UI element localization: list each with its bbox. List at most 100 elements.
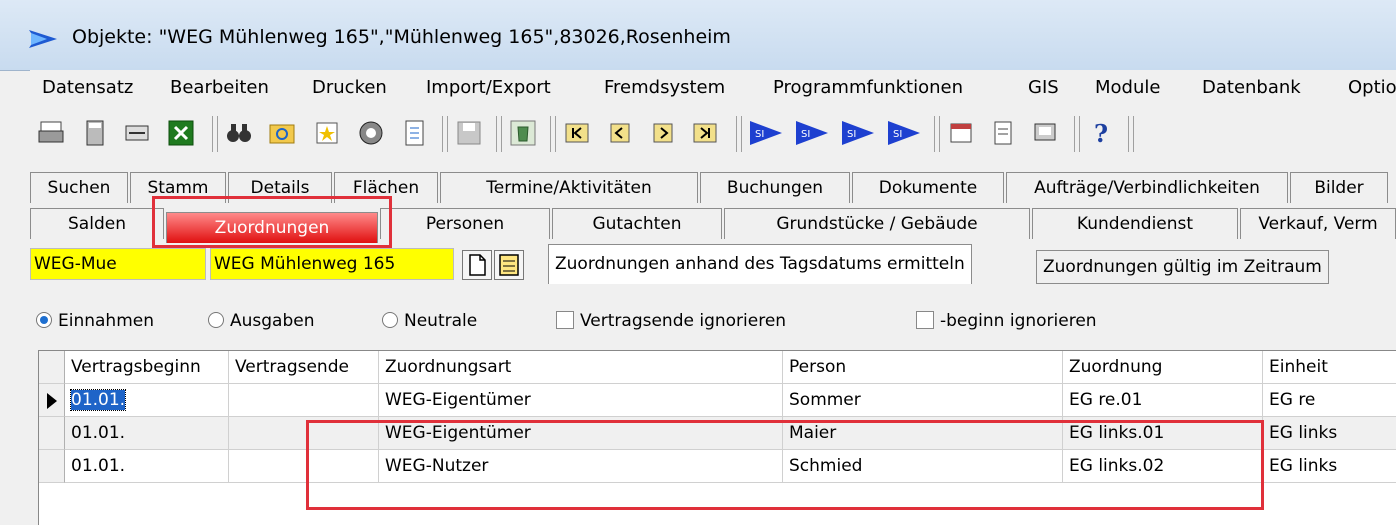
subtab-tagesdatum[interactable]: Zuordnungen anhand des Tagsdatums ermitt… <box>548 244 972 284</box>
column-header-zuordnungsart[interactable]: Zuordnungsart <box>379 351 783 384</box>
tab-auftraege[interactable]: Aufträge/Verbindlichkeiten <box>1006 172 1288 203</box>
radio-ausgaben[interactable]: Ausgaben <box>208 311 315 331</box>
toolbar: SI SI SI SI ? <box>30 108 1396 162</box>
header-row-selector <box>39 351 65 384</box>
menu-programmfunktionen[interactable]: Programmfunktionen <box>773 77 963 98</box>
toolbar-separator <box>1128 116 1134 152</box>
excel-icon[interactable] <box>166 118 196 148</box>
menu-bearbeiten[interactable]: Bearbeiten <box>170 77 269 98</box>
title-bar: Objekte: "WEG Mühlenweg 165","Mühlenweg … <box>0 0 1396 71</box>
toolbar-separator <box>1074 116 1080 152</box>
svg-text:SI: SI <box>755 129 764 140</box>
menu-optionen[interactable]: Optio <box>1348 77 1396 98</box>
tab-bilder[interactable]: Bilder <box>1290 172 1388 203</box>
menu-datenbank[interactable]: Datenbank <box>1202 77 1301 98</box>
tab-buchungen[interactable]: Buchungen <box>700 172 850 203</box>
toolbar-separator <box>496 116 502 152</box>
tab-suchen[interactable]: Suchen <box>30 172 128 203</box>
svg-text:SI: SI <box>801 129 810 140</box>
table-cell[interactable]: EG re.01 <box>1063 384 1263 417</box>
table-cell[interactable]: EG re <box>1263 384 1396 417</box>
checkbox-beginn-ignorieren[interactable]: -beginn ignorieren <box>916 311 1097 331</box>
table-cell[interactable]: 01.01. <box>65 384 229 417</box>
radio-einnahmen[interactable]: Einnahmen <box>36 311 154 331</box>
window-title: Objekte: "WEG Mühlenweg 165","Mühlenweg … <box>72 26 731 48</box>
table-cell[interactable]: Sommer <box>783 384 1063 417</box>
menu-gis[interactable]: GIS <box>1028 77 1059 98</box>
selected-cell-value: 01.01. <box>69 389 127 411</box>
row-selector[interactable] <box>39 384 65 417</box>
checkbox-label: Vertragsende ignorieren <box>580 311 787 331</box>
si-first-icon[interactable]: SI <box>748 118 784 148</box>
device-icon[interactable] <box>1030 118 1060 148</box>
menu-drucken[interactable]: Drucken <box>312 77 387 98</box>
subtab-zeitraum[interactable]: Zuordnungen gültig im Zeitraum <box>1036 250 1329 284</box>
note-icon[interactable] <box>988 118 1018 148</box>
object-name-field[interactable]: WEG Mühlenweg 165 <box>210 248 454 280</box>
tab-highlight-box <box>152 196 392 248</box>
radio-indicator <box>36 312 52 328</box>
toolbar-separator <box>550 116 556 152</box>
row-selector[interactable] <box>39 417 65 450</box>
table-cell[interactable]: 01.01. <box>65 450 229 483</box>
tab-termine[interactable]: Termine/Aktivitäten <box>440 172 698 203</box>
open-document-button[interactable] <box>494 250 524 280</box>
refresh-folder-icon[interactable] <box>267 118 297 148</box>
column-header-einheit[interactable]: Einheit <box>1263 351 1396 384</box>
column-header-vertragsende[interactable]: Vertragsende <box>229 351 379 384</box>
document-icon[interactable] <box>400 118 430 148</box>
table-cell[interactable]: 01.01. <box>65 417 229 450</box>
save-icon[interactable] <box>454 118 484 148</box>
column-header-person[interactable]: Person <box>783 351 1063 384</box>
si-last-icon[interactable]: SI <box>886 118 922 148</box>
new-document-button[interactable] <box>462 250 492 280</box>
tab-verkauf[interactable]: Verkauf, Verm <box>1240 208 1396 239</box>
globe-icon[interactable] <box>356 118 386 148</box>
previous-record-icon[interactable] <box>605 118 635 148</box>
next-record-icon[interactable] <box>648 118 678 148</box>
object-code-field[interactable]: WEG-Mue <box>30 248 206 280</box>
radio-label: Einnahmen <box>58 311 154 331</box>
tab-dokumente[interactable]: Dokumente <box>852 172 1004 203</box>
first-record-icon[interactable] <box>562 118 592 148</box>
checkbox-box <box>556 311 574 329</box>
tab-personen[interactable]: Personen <box>380 208 550 239</box>
menu-fremdsystem[interactable]: Fremdsystem <box>604 77 725 98</box>
radio-neutrale[interactable]: Neutrale <box>382 311 477 331</box>
tab-salden[interactable]: Salden <box>30 208 164 239</box>
help-icon[interactable]: ? <box>1086 118 1116 148</box>
checkbox-box <box>916 311 934 329</box>
trash-icon[interactable] <box>508 118 538 148</box>
star-icon[interactable] <box>312 118 342 148</box>
print-icon[interactable] <box>36 118 66 148</box>
svg-text:SI: SI <box>847 129 856 140</box>
last-record-icon[interactable] <box>690 118 720 148</box>
open-document-icon <box>499 254 519 276</box>
table-cell[interactable] <box>229 384 379 417</box>
svg-text:?: ? <box>1094 119 1108 148</box>
tab-gutachten[interactable]: Gutachten <box>552 208 722 239</box>
menu-datensatz[interactable]: Datensatz <box>42 77 133 98</box>
radio-label: Ausgaben <box>230 311 315 331</box>
menu-import-export[interactable]: Import/Export <box>426 77 551 98</box>
toolbar-separator <box>442 116 448 152</box>
tab-kundendienst[interactable]: Kundendienst <box>1032 208 1238 239</box>
radio-indicator <box>208 312 224 328</box>
scan-icon[interactable] <box>122 118 152 148</box>
table-cell[interactable]: WEG-Eigentümer <box>379 384 783 417</box>
menu-module[interactable]: Module <box>1095 77 1160 98</box>
calculator-icon[interactable] <box>80 118 110 148</box>
binoculars-icon[interactable] <box>224 118 254 148</box>
column-header-vertragsbeginn[interactable]: Vertragsbeginn <box>65 351 229 384</box>
current-row-icon <box>47 393 57 409</box>
table-cell[interactable]: EG links <box>1263 417 1396 450</box>
tab-grundstuecke[interactable]: Grundstücke / Gebäude <box>724 208 1030 239</box>
si-next-icon[interactable]: SI <box>840 118 876 148</box>
new-document-icon <box>469 254 486 276</box>
table-cell[interactable]: EG links <box>1263 450 1396 483</box>
row-selector[interactable] <box>39 450 65 483</box>
si-prev-icon[interactable]: SI <box>794 118 830 148</box>
checkbox-vertragsende-ignorieren[interactable]: Vertragsende ignorieren <box>556 311 786 331</box>
calendar-icon[interactable] <box>946 118 976 148</box>
column-header-zuordnung[interactable]: Zuordnung <box>1063 351 1263 384</box>
